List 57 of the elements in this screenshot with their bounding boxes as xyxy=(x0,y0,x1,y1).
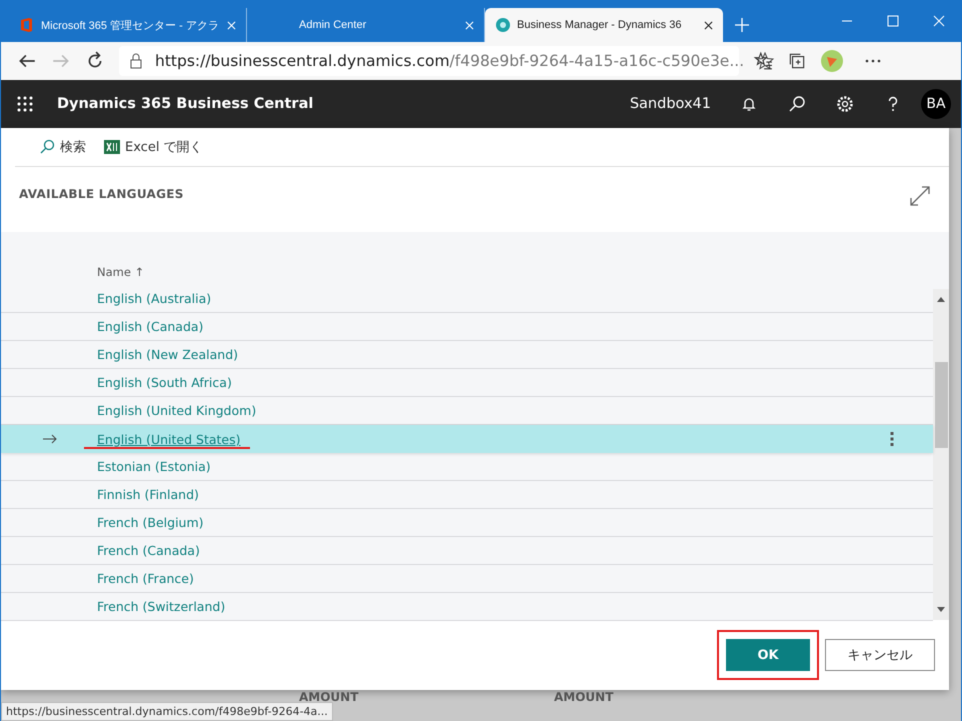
table-row[interactable]: French (Switzerland) xyxy=(1,593,933,621)
language-link[interactable]: French (Canada) xyxy=(97,543,200,558)
language-link[interactable]: Estonian (Estonia) xyxy=(97,459,211,474)
language-link[interactable]: English (South Africa) xyxy=(97,375,232,390)
table-row[interactable]: Estonian (Estonia) xyxy=(1,453,933,481)
language-link[interactable]: French (Switzerland) xyxy=(97,599,226,614)
settings-icon[interactable] xyxy=(836,95,854,113)
close-icon[interactable] xyxy=(704,20,713,30)
status-url: https://businesscentral.dynamics.com/f498e9bf-9264-4a... xyxy=(1,702,333,721)
office-icon xyxy=(19,17,35,33)
scroll-thumb[interactable] xyxy=(934,362,948,448)
cancel-button[interactable]: キャンセル xyxy=(825,639,935,671)
browser-tab[interactable]: Business Manager - Dynamics 36 xyxy=(485,8,723,42)
language-link[interactable]: French (France) xyxy=(97,571,194,586)
arrow-icon xyxy=(43,434,57,444)
language-link[interactable]: English (Canada) xyxy=(97,319,204,334)
scrollbar[interactable] xyxy=(933,289,949,620)
app-title: Dynamics 365 Business Central xyxy=(57,96,314,112)
table-row[interactable]: French (France) xyxy=(1,565,933,593)
table-row[interactable]: English (United States) xyxy=(1,425,933,453)
expand-icon[interactable] xyxy=(909,185,931,207)
environment-name: Sandbox41 xyxy=(630,96,711,112)
ok-button[interactable]: OK xyxy=(726,639,810,671)
search-icon xyxy=(39,139,55,155)
language-link[interactable]: Finnish (Finland) xyxy=(97,487,199,502)
field-label: AMOUNT xyxy=(299,690,358,704)
language-link[interactable]: English (United Kingdom) xyxy=(97,403,256,418)
user-avatar[interactable]: BA xyxy=(921,89,951,119)
scroll-up-icon[interactable] xyxy=(937,297,945,302)
app-launcher-icon[interactable] xyxy=(17,96,33,112)
collections-icon[interactable] xyxy=(787,51,807,71)
search-icon[interactable] xyxy=(788,95,806,113)
dialog-title: AVAILABLE LANGUAGES xyxy=(19,187,184,201)
table-row[interactable]: English (Australia) xyxy=(1,285,933,313)
dynamics-icon xyxy=(495,17,511,33)
column-header[interactable]: Name ↑ xyxy=(97,265,144,279)
language-link[interactable]: French (Belgium) xyxy=(97,515,204,530)
table-row[interactable]: English (Canada) xyxy=(1,313,933,341)
table-row[interactable]: English (South Africa) xyxy=(1,369,933,397)
table-row[interactable]: Finnish (Finland) xyxy=(1,481,933,509)
table-row[interactable]: French (Belgium) xyxy=(1,509,933,537)
action-button[interactable]: Excel で開く xyxy=(104,138,203,156)
table-row[interactable]: French (Canada) xyxy=(1,537,933,565)
language-link[interactable]: English (Australia) xyxy=(97,291,212,306)
language-link[interactable]: English (New Zealand) xyxy=(97,347,238,362)
new-tab-icon[interactable] xyxy=(735,18,749,32)
maximize-icon[interactable] xyxy=(887,15,899,27)
language-link[interactable]: English (United States) xyxy=(97,432,241,446)
lock-icon xyxy=(129,53,143,69)
field-label: AMOUNT xyxy=(554,690,614,704)
excel-icon xyxy=(104,139,120,155)
profile-icon[interactable] xyxy=(821,50,843,72)
scroll-down-icon[interactable] xyxy=(937,607,945,612)
action-button[interactable]: 検索 xyxy=(39,138,86,156)
table-row[interactable]: English (New Zealand) xyxy=(1,341,933,369)
more-icon[interactable] xyxy=(890,432,894,446)
more-icon[interactable] xyxy=(865,59,881,63)
